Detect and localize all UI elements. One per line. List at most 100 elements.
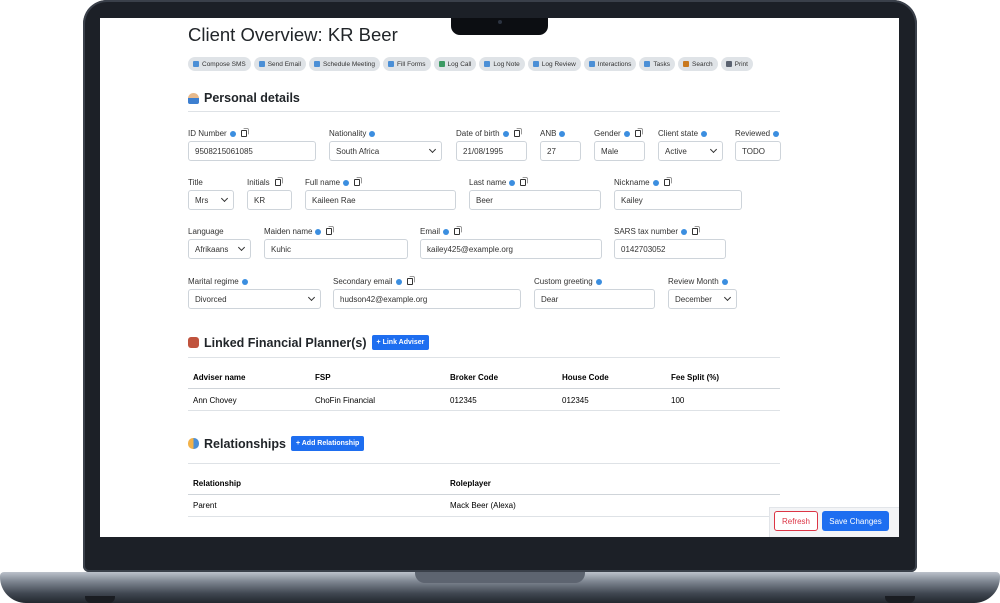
email-label: Email: [420, 227, 461, 236]
info-icon[interactable]: [395, 278, 402, 285]
copy-icon[interactable]: [406, 278, 413, 285]
info-icon[interactable]: [369, 130, 376, 137]
search-icon: [683, 61, 689, 67]
label-text: SARS tax number: [614, 227, 679, 236]
log-call-button[interactable]: Log Call: [433, 57, 477, 71]
input-value: kailey425@example.org: [427, 244, 513, 254]
chevron-down-icon: [237, 243, 246, 252]
tasks-button[interactable]: Tasks: [639, 57, 675, 71]
title-select[interactable]: Mrs: [188, 190, 234, 210]
sars-input[interactable]: 0142703052: [614, 239, 726, 259]
info-icon[interactable]: [443, 228, 450, 235]
marital-select[interactable]: Divorced: [188, 289, 321, 309]
label-text: Marital regime: [188, 277, 239, 286]
send-email-button[interactable]: Send Email: [253, 57, 306, 71]
email-input[interactable]: kailey425@example.org: [420, 239, 602, 259]
planners-heading: Linked Financial Planner(s) + Link Advis…: [188, 335, 430, 350]
copy-icon[interactable]: [240, 130, 247, 137]
info-icon[interactable]: [681, 228, 688, 235]
print-button[interactable]: Print: [720, 57, 753, 71]
col-relationship: Relationship: [193, 479, 242, 488]
screen: Client Overview: KR Beer Compose SMS Sen…: [100, 18, 899, 537]
info-icon[interactable]: [623, 130, 630, 137]
interactions-button[interactable]: Interactions: [583, 57, 637, 71]
schedule-meeting-button[interactable]: Schedule Meeting: [308, 57, 381, 71]
printer-icon: [725, 61, 732, 67]
info-icon[interactable]: [502, 130, 509, 137]
refresh-button[interactable]: Refresh: [774, 511, 818, 531]
action-toolbar: Compose SMS Send Email Schedule Meeting …: [188, 57, 753, 71]
compose-sms-button[interactable]: Compose SMS: [188, 57, 251, 71]
info-icon[interactable]: [343, 179, 350, 186]
log-note-button[interactable]: Log Note: [479, 57, 525, 71]
info-icon[interactable]: [595, 278, 602, 285]
info-icon[interactable]: [229, 130, 236, 137]
relationships-heading: Relationships + Add Relationship: [188, 436, 365, 451]
reviewed-input[interactable]: TODO: [735, 141, 781, 161]
interactions-icon: [588, 61, 595, 67]
info-icon[interactable]: [773, 130, 780, 137]
language-select[interactable]: Afrikaans: [188, 239, 251, 259]
label-text: Nationality: [329, 129, 367, 138]
save-changes-button[interactable]: Save Changes: [822, 511, 889, 531]
info-icon[interactable]: [315, 228, 322, 235]
search-button[interactable]: Search: [678, 57, 718, 71]
initials-input[interactable]: KR: [247, 190, 292, 210]
link-adviser-button[interactable]: + Link Adviser: [371, 335, 430, 350]
label-text: Secondary email: [333, 277, 393, 286]
gender-input[interactable]: Male: [594, 141, 645, 161]
cell-broker-code: 012345: [450, 396, 477, 405]
cell-fee-split: 100: [671, 396, 685, 405]
button-label: Search: [692, 60, 713, 68]
secondary-email-label: Secondary email: [333, 277, 413, 286]
copy-icon[interactable]: [663, 179, 670, 186]
copy-icon[interactable]: [520, 179, 527, 186]
table-row-divider: [188, 516, 780, 517]
marital-label: Marital regime: [188, 277, 248, 286]
copy-icon[interactable]: [326, 228, 333, 235]
info-icon[interactable]: [701, 130, 708, 137]
anb-input[interactable]: 27: [540, 141, 581, 161]
info-icon[interactable]: [241, 278, 248, 285]
copy-icon[interactable]: [692, 228, 699, 235]
select-value: South Africa: [336, 146, 380, 156]
full-name-input[interactable]: Kaileen Rae: [305, 190, 456, 210]
id-number-input[interactable]: 9508215061085: [188, 141, 316, 161]
log-review-button[interactable]: Log Review: [527, 57, 581, 71]
cell-house-code: 012345: [562, 396, 589, 405]
reviewed-label: Reviewed: [735, 129, 780, 138]
laptop-foot-right: [885, 596, 915, 603]
maiden-name-input[interactable]: Kuhic: [264, 239, 408, 259]
info-icon[interactable]: [509, 179, 516, 186]
nationality-select[interactable]: South Africa: [329, 141, 442, 161]
review-month-select[interactable]: December: [668, 289, 737, 309]
copy-icon[interactable]: [354, 179, 361, 186]
note-icon: [484, 61, 491, 67]
fill-forms-button[interactable]: Fill Forms: [383, 57, 431, 71]
copy-icon[interactable]: [634, 130, 641, 137]
input-value: 27: [547, 146, 556, 156]
divider: [188, 357, 780, 358]
label-text: Email: [420, 227, 441, 236]
phone-icon: [438, 61, 445, 67]
last-name-label: Last name: [469, 178, 527, 187]
label-text: Last name: [469, 178, 507, 187]
copy-icon[interactable]: [274, 179, 281, 186]
secondary-email-input[interactable]: hudson42@example.org: [333, 289, 521, 309]
button-label: Log Review: [541, 60, 576, 68]
input-value: 0142703052: [621, 244, 666, 254]
add-relationship-button[interactable]: + Add Relationship: [290, 436, 365, 451]
chevron-down-icon: [307, 293, 316, 302]
copy-icon[interactable]: [454, 228, 461, 235]
client-state-select[interactable]: Active: [658, 141, 723, 161]
info-icon[interactable]: [652, 179, 659, 186]
info-icon[interactable]: [721, 278, 728, 285]
dob-input[interactable]: 21/08/1995: [456, 141, 527, 161]
info-icon[interactable]: [559, 130, 566, 137]
copy-icon[interactable]: [513, 130, 520, 137]
greeting-input[interactable]: Dear: [534, 289, 655, 309]
table-header-divider: [188, 494, 780, 495]
last-name-input[interactable]: Beer: [469, 190, 601, 210]
nickname-input[interactable]: Kailey: [614, 190, 742, 210]
input-value: TODO: [742, 146, 765, 156]
